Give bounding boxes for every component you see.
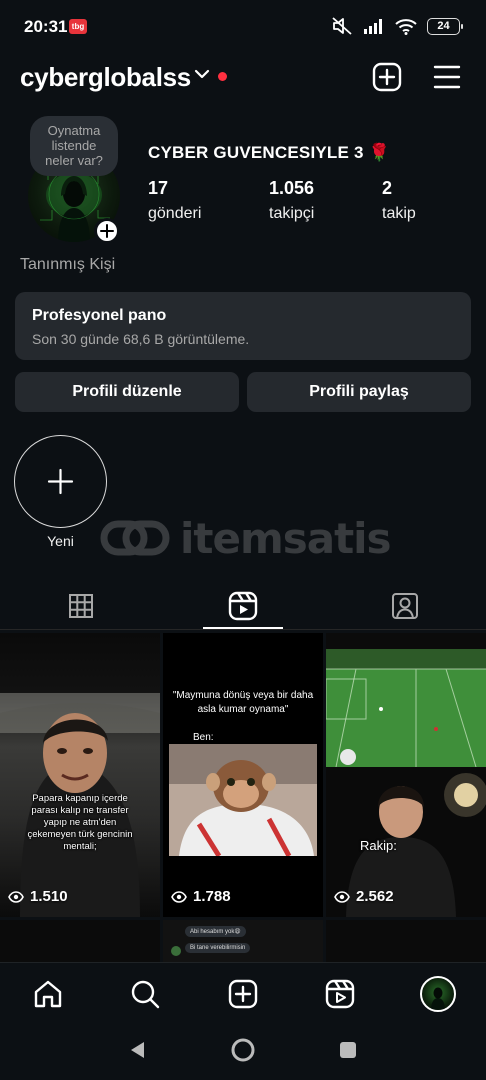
stat-label: takip: [382, 205, 416, 222]
caption-line: asla kumar oynama": [197, 704, 289, 715]
new-highlight-label: Yeni: [47, 533, 74, 549]
back-icon[interactable]: [128, 1040, 148, 1060]
reel-thumbnail[interactable]: Papara kapanıp içerde parası kalıp ne tr…: [0, 633, 160, 917]
caption-line: parası kalıp ne transfer: [31, 805, 129, 816]
reel-thumbnail[interactable]: Abi hesabım yok😩 Bi tane verebilirmisin: [163, 920, 323, 962]
profile-header: cyberglobalss: [0, 56, 486, 100]
nav-profile[interactable]: [418, 974, 458, 1014]
caption-line: yapıp ne atm'den: [43, 817, 117, 828]
nav-reels[interactable]: [323, 977, 357, 1011]
bottom-nav: [0, 962, 486, 1024]
unread-dot: [218, 72, 227, 81]
watermark-text: itemsatis: [180, 514, 392, 563]
reels-icon: [228, 591, 258, 621]
chat-bubble: Bi tane verebilirmisin: [185, 943, 251, 953]
reel-thumbnail[interactable]: [326, 920, 486, 962]
view-count-number: 1.510: [30, 888, 68, 905]
status-bar: 20:31 tbg 24: [0, 0, 486, 56]
mute-icon: [332, 17, 352, 35]
note-line: Oynatma: [47, 123, 101, 138]
chat-avatar: [171, 946, 181, 956]
android-nav-bar: [0, 1024, 486, 1080]
stat-label: takipçi: [269, 205, 315, 222]
dashboard-title: Profesyonel pano: [32, 307, 167, 324]
plus-icon: [47, 468, 73, 494]
reels-icon: [325, 979, 355, 1009]
grid-icon: [69, 594, 93, 618]
reel-subcaption: Ben:: [193, 732, 214, 743]
note-line: listende: [51, 138, 97, 153]
reel-thumbnail[interactable]: "Maymuna dönüş veya bir daha asla kumar …: [163, 633, 323, 917]
plus-square-icon[interactable]: [372, 62, 402, 92]
stat-number: 17: [148, 178, 169, 198]
view-count: 2.562: [334, 888, 394, 905]
eye-icon: [334, 890, 350, 903]
stat-followers[interactable]: 1.056 takipçi: [269, 178, 314, 223]
view-count-number: 1.788: [193, 888, 231, 905]
reel-caption: "Maymuna dönüş veya bir daha asla kumar …: [169, 689, 317, 717]
caption-line: "Maymuna dönüş veya bir daha: [172, 690, 314, 701]
menu-icon[interactable]: [433, 64, 461, 90]
view-count: 1.788: [171, 888, 231, 905]
home-icon: [34, 980, 62, 1008]
wifi-icon: [395, 18, 417, 35]
watermark: itemsatis: [100, 514, 392, 564]
plus-icon: [100, 224, 114, 238]
search-icon: [131, 980, 160, 1009]
football-game-image: [326, 649, 486, 767]
add-story-button[interactable]: [94, 218, 120, 244]
caption-line: mentali;: [63, 841, 97, 852]
home-button-icon[interactable]: [230, 1037, 256, 1063]
status-time: 20:31: [24, 17, 68, 36]
nav-home[interactable]: [31, 977, 65, 1011]
create-icon: [228, 979, 258, 1009]
nav-search[interactable]: [128, 977, 162, 1011]
eye-icon: [171, 890, 187, 903]
stat-number: 1.056: [269, 178, 315, 198]
tab-grid[interactable]: [0, 582, 162, 630]
reel-scene-image: [0, 693, 160, 917]
watermark-logo-icon: [100, 520, 170, 556]
caption-line: Papara kapanıp içerde: [32, 793, 128, 804]
username-switcher[interactable]: cyberglobalss: [20, 62, 191, 93]
caption-line: çekemeyen türk gencinin: [27, 829, 133, 840]
note-line: neler var?: [45, 153, 103, 168]
reel-thumbnail[interactable]: Rakip: 2.562: [326, 633, 486, 917]
tab-divider: [0, 629, 486, 630]
status-icons: 24: [331, 16, 463, 36]
stat-label: gönderi: [148, 205, 202, 222]
eye-icon: [8, 890, 24, 903]
reel-caption: Papara kapanıp içerde parası kalıp ne tr…: [16, 793, 144, 853]
note-bubble[interactable]: Oynatma listende neler var?: [30, 116, 118, 176]
share-profile-button[interactable]: Profili paylaş: [247, 372, 471, 412]
view-count-number: 2.562: [356, 888, 394, 905]
reel-caption: Rakip:: [360, 838, 397, 853]
battery-icon: 24: [427, 17, 463, 35]
monkey-image: [169, 744, 317, 856]
signal-icon: [364, 19, 382, 34]
tab-reels[interactable]: [162, 582, 324, 630]
reel-thumbnail[interactable]: [0, 920, 160, 962]
edit-profile-button[interactable]: Profili düzenle: [15, 372, 239, 412]
tab-tagged[interactable]: [324, 582, 486, 630]
new-highlight-button[interactable]: [14, 435, 107, 528]
notification-badge: tbg: [69, 19, 87, 34]
view-count: 1.510: [8, 888, 68, 905]
chevron-down-icon[interactable]: [194, 68, 210, 80]
display-name: CYBER GUVENCESIYLE 3 🌹: [148, 143, 390, 162]
profile-category: Tanınmış Kişi: [20, 256, 116, 273]
recents-icon[interactable]: [338, 1040, 358, 1060]
stat-following[interactable]: 2 takip: [382, 178, 416, 223]
stat-number: 2: [382, 178, 393, 198]
profile-avatar: [420, 976, 456, 1012]
dashboard-subtitle: Son 30 günde 68,6 B görüntüleme.: [32, 331, 250, 347]
tagged-icon: [392, 593, 418, 619]
hacker-figure-icon: [431, 987, 445, 1010]
chat-bubble: Abi hesabım yok😩: [185, 926, 246, 937]
stat-posts[interactable]: 17 gönderi: [148, 178, 201, 223]
nav-create[interactable]: [226, 977, 260, 1011]
professional-dashboard[interactable]: Profesyonel pano Son 30 günde 68,6 B gör…: [15, 292, 471, 360]
